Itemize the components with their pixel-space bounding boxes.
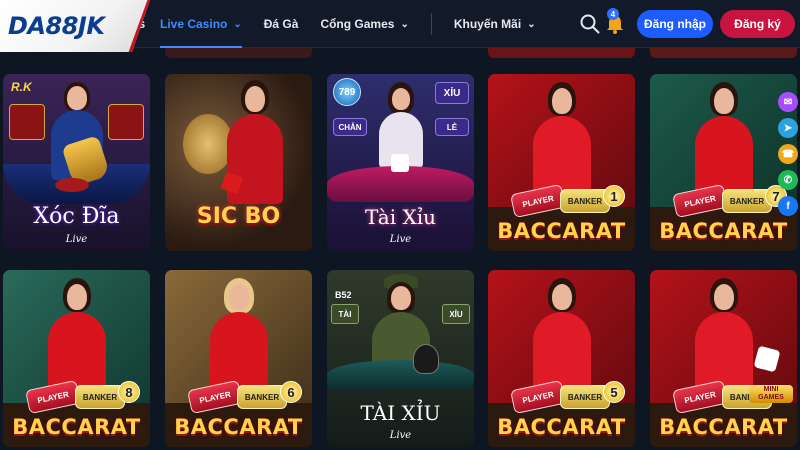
- messenger-icon[interactable]: ✉: [778, 92, 798, 112]
- nav-label: Đá Gà: [263, 17, 299, 31]
- player-chip: PLAYER: [510, 379, 566, 415]
- nav-item-live-casino[interactable]: Live Casino ⌄: [160, 0, 242, 48]
- table-number-badge: 1: [603, 185, 625, 207]
- xiu-tile: XỈU: [435, 82, 469, 104]
- table-number-badge: 6: [280, 381, 302, 403]
- telegram-icon[interactable]: ➤: [778, 118, 798, 138]
- game-title: TÀI XỈU: [360, 401, 441, 425]
- nav-label: Khuyến Mãi: [453, 17, 522, 31]
- player-chip: PLAYER: [25, 379, 81, 415]
- xocdia-logo: R.K: [11, 80, 32, 94]
- game-title: BACCARAT: [497, 415, 626, 439]
- card-partial: [488, 48, 635, 58]
- game-subtitle: Live: [389, 234, 412, 245]
- xiu-tile: XỈU: [442, 304, 470, 324]
- game-title: BACCARAT: [174, 415, 303, 439]
- taixiu-logo: 789: [333, 78, 361, 106]
- register-button[interactable]: Đăng ký: [720, 10, 795, 38]
- phone-icon[interactable]: ✆: [778, 170, 798, 190]
- player-chip: PLAYER: [672, 183, 728, 219]
- game-title: SIC BO: [196, 204, 281, 229]
- game-card-sic-bo[interactable]: SIC BO: [165, 74, 312, 251]
- social-bar: ✉ ➤ ☎ ✆ f: [778, 92, 800, 216]
- search-icon[interactable]: [580, 14, 600, 34]
- game-title: Tài Xỉu: [365, 205, 436, 229]
- table-number-badge: 5: [603, 381, 625, 403]
- chan-tile: CHẴN: [333, 118, 367, 136]
- chevron-down-icon: ⌄: [400, 18, 409, 30]
- game-subtitle: Live: [389, 430, 412, 441]
- nav-label: Cổng Games: [320, 17, 395, 31]
- game-subtitle: Live: [65, 234, 88, 245]
- game-card-baccarat-mini[interactable]: PLAYER BANKER MINI GAMES BACCARAT: [650, 270, 797, 447]
- nav-divider: [430, 13, 432, 35]
- card-partial: [165, 48, 312, 58]
- chevron-down-icon: ⌄: [233, 18, 242, 30]
- table-number-badge: 8: [118, 381, 140, 403]
- nav-item-da-ga[interactable]: Đá Gà: [264, 0, 299, 48]
- nav-item-khuyen-mai[interactable]: Khuyến Mãi ⌄: [454, 0, 536, 48]
- notification-badge: 4: [607, 8, 619, 20]
- game-card-baccarat-1[interactable]: PLAYER BANKER 1 BACCARAT: [488, 74, 635, 251]
- game-card-tai-xiu[interactable]: 789 XỈU CHẴN LẺ Tài Xỉu Live: [327, 74, 474, 251]
- logo[interactable]: DA88JK: [0, 0, 150, 52]
- game-title: BACCARAT: [12, 415, 141, 439]
- facebook-icon[interactable]: f: [778, 196, 798, 216]
- game-card-baccarat-6[interactable]: PLAYER BANKER 6 BACCARAT: [165, 270, 312, 447]
- game-card-tai-xiu-b52[interactable]: B52 TÀI XỈU TÀI XỈU Live: [327, 270, 474, 447]
- player-chip: PLAYER: [672, 379, 728, 415]
- card-partial: [650, 48, 797, 58]
- nav-item-cong-games[interactable]: Cổng Games ⌄: [320, 0, 408, 48]
- game-title: BACCARAT: [659, 219, 788, 243]
- game-title: BACCARAT: [497, 219, 626, 243]
- player-chip: PLAYER: [510, 183, 566, 219]
- top-header: DA88JK s Live Casino ⌄ Đá Gà Cổng Games …: [0, 0, 800, 52]
- game-title: Xóc Đĩa: [33, 204, 120, 229]
- game-card-baccarat-5[interactable]: PLAYER BANKER 5 BACCARAT: [488, 270, 635, 447]
- main-nav: Live Casino ⌄ Đá Gà Cổng Games ⌄ Khuyến …: [160, 0, 536, 48]
- nav-label: Live Casino: [160, 17, 228, 31]
- le-tile: LẺ: [435, 118, 469, 136]
- game-card-baccarat-7[interactable]: PLAYER BANKER 7 BACCARAT: [650, 74, 797, 251]
- tai-tile: TÀI: [331, 304, 359, 324]
- room-label: B52: [335, 290, 352, 300]
- game-card-xoc-dia[interactable]: R.K Xóc Đĩa Live: [3, 74, 150, 251]
- contact-icon[interactable]: ☎: [778, 144, 798, 164]
- logo-text: DA88JK: [8, 12, 105, 40]
- player-chip: PLAYER: [187, 379, 243, 415]
- chevron-down-icon: ⌄: [527, 18, 536, 30]
- game-card-baccarat-8[interactable]: PLAYER BANKER 8 BACCARAT: [3, 270, 150, 447]
- login-button[interactable]: Đăng nhập: [637, 10, 713, 38]
- game-title: BACCARAT: [659, 415, 788, 439]
- mini-games-badge: MINI GAMES: [749, 385, 793, 403]
